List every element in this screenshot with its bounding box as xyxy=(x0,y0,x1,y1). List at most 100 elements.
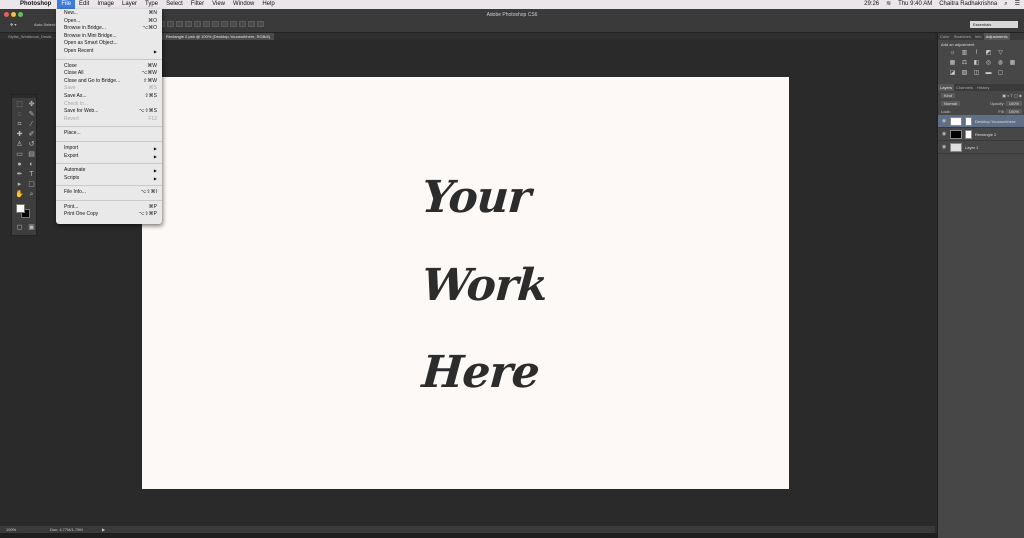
menu-item-save-as[interactable]: Save As... ⇧⌘S xyxy=(56,93,162,101)
tab-swatches[interactable]: Swatches xyxy=(952,33,973,40)
tab-rectangle-2[interactable]: Rectangle 2.psb @ 100% (Desktop-Yourwork… xyxy=(162,33,274,40)
visibility-eye-icon[interactable]: ◉ xyxy=(941,118,947,124)
invert-icon[interactable]: ◪ xyxy=(948,70,957,77)
foreground-color[interactable] xyxy=(16,204,25,213)
menu-item-close[interactable]: Close ⌘W xyxy=(56,63,162,71)
visibility-eye-icon[interactable]: ◉ xyxy=(941,144,947,150)
selective-color-icon[interactable]: ▢ xyxy=(996,70,1005,77)
blur-tool-icon[interactable]: ● xyxy=(14,160,25,169)
status-menu-arrow-icon[interactable]: ▶ xyxy=(102,526,105,533)
menu-item-print[interactable]: Print... ⌘P xyxy=(56,204,162,212)
screen-mode-icon[interactable]: ▣ xyxy=(26,223,37,232)
filter-icons[interactable]: ▣ ◐ T ▢ ◈ xyxy=(1002,93,1022,98)
menu-help[interactable]: Help xyxy=(258,0,278,9)
menu-item-browse-in-mini-bridge[interactable]: Browse in Mini Bridge... xyxy=(56,33,162,41)
layer-rectangle-2[interactable]: ◉ Rectangle 2 xyxy=(938,128,1024,141)
move-tool-preset-icon[interactable]: ✥ ▾ xyxy=(10,22,16,27)
hue-saturation-icon[interactable]: ▦ xyxy=(948,60,957,67)
type-tool-icon[interactable]: T xyxy=(26,170,37,179)
menu-item-export[interactable]: Export ▶ xyxy=(56,153,162,161)
menu-file[interactable]: File xyxy=(57,0,75,9)
tab-layers[interactable]: Layers xyxy=(938,84,955,91)
eraser-tool-icon[interactable]: ▭ xyxy=(14,150,25,159)
distribute-center-icon[interactable] xyxy=(248,21,255,27)
menu-edit[interactable]: Edit xyxy=(75,0,93,9)
healing-tool-icon[interactable]: ✚ xyxy=(14,130,25,139)
curves-icon[interactable]: ⌇ xyxy=(972,50,981,57)
menu-item-scripts[interactable]: Scripts ▶ xyxy=(56,175,162,183)
quick-mask-icon[interactable]: ◻ xyxy=(14,223,25,232)
menu-type[interactable]: Type xyxy=(141,0,162,9)
tab-stylist-workbook[interactable]: Stylist_Workbook_Deskt... xyxy=(4,33,59,40)
tab-adjustments[interactable]: Adjustments xyxy=(983,33,1010,40)
zoom-tool-icon[interactable]: ⌕ xyxy=(26,190,37,199)
clock[interactable]: Thu 9:40 AM xyxy=(898,0,932,9)
history-brush-tool-icon[interactable]: ↺ xyxy=(26,140,37,149)
menu-window[interactable]: Window xyxy=(229,0,258,9)
distribute-right-icon[interactable] xyxy=(257,21,264,27)
brightness-icon[interactable]: ☼ xyxy=(948,50,957,57)
menu-item-automate[interactable]: Automate ▶ xyxy=(56,167,162,175)
menu-filter[interactable]: Filter xyxy=(187,0,208,9)
vibrance-icon[interactable]: ▽ xyxy=(996,50,1005,57)
tab-info[interactable]: Info xyxy=(973,33,984,40)
menu-item-save-for-web[interactable]: Save for Web... ⌥⇧⌘S xyxy=(56,108,162,116)
menu-item-open-as-smart-object[interactable]: Open as Smart Object... xyxy=(56,40,162,48)
pen-tool-icon[interactable]: ✒ xyxy=(14,170,25,179)
search-icon[interactable]: ⌕ xyxy=(1004,0,1007,9)
color-lookup-icon[interactable]: ▦ xyxy=(1008,60,1017,67)
color-balance-icon[interactable]: ⚖ xyxy=(960,60,969,67)
quick-select-tool-icon[interactable]: ✎ xyxy=(26,110,37,119)
move-tool-icon[interactable]: ✥ xyxy=(26,100,37,109)
stamp-tool-icon[interactable]: ♙ xyxy=(14,140,25,149)
menu-item-print-one-copy[interactable]: Print One Copy ⌥⇧⌘P xyxy=(56,211,162,219)
shape-tool-icon[interactable]: ▢ xyxy=(26,180,37,189)
menu-item-open[interactable]: Open... ⌘O xyxy=(56,18,162,26)
zoom-level[interactable]: 100% xyxy=(6,526,16,533)
menu-image[interactable]: Image xyxy=(93,0,118,9)
menu-item-browse-in-bridge[interactable]: Browse in Bridge... ⌥⌘O xyxy=(56,25,162,33)
levels-icon[interactable]: ▥ xyxy=(960,50,969,57)
tab-channels[interactable]: Channels xyxy=(954,84,975,91)
exposure-icon[interactable]: ◩ xyxy=(984,50,993,57)
distribute-middle-icon[interactable] xyxy=(221,21,228,27)
opacity-input[interactable]: 100% xyxy=(1005,100,1022,106)
menu-layer[interactable]: Layer xyxy=(118,0,141,9)
blend-mode-select[interactable]: Normal xyxy=(941,100,960,106)
hand-tool-icon[interactable]: ✋ xyxy=(14,190,25,199)
menu-item-place[interactable]: Place... xyxy=(56,130,162,138)
align-left-icon[interactable] xyxy=(185,21,192,27)
workspace-select[interactable]: Essentials xyxy=(970,21,1018,28)
menu-item-file-info[interactable]: File Info... ⌥⇧⌘I xyxy=(56,189,162,197)
menu-select[interactable]: Select xyxy=(162,0,187,9)
menu-item-open-recent[interactable]: Open Recent ▶ xyxy=(56,48,162,56)
photo-filter-icon[interactable]: ◎ xyxy=(984,60,993,67)
menu-item-import[interactable]: Import ▶ xyxy=(56,145,162,153)
eyedropper-tool-icon[interactable]: ⁄ xyxy=(26,120,37,129)
menu-view[interactable]: View xyxy=(208,0,229,9)
distribute-top-icon[interactable] xyxy=(212,21,219,27)
align-center-icon[interactable] xyxy=(194,21,201,27)
kind-filter-select[interactable]: Kind xyxy=(941,92,956,98)
app-menu[interactable]: Photoshop xyxy=(20,0,51,9)
distribute-left-icon[interactable] xyxy=(239,21,246,27)
wifi-icon[interactable]: ≋ xyxy=(886,0,891,9)
crop-tool-icon[interactable]: ⌗ xyxy=(14,120,25,129)
auto-select-checkbox[interactable]: Auto-Select: xyxy=(34,22,56,27)
document-canvas[interactable]: Your Work Here xyxy=(142,77,789,489)
black-white-icon[interactable]: ◧ xyxy=(972,60,981,67)
marquee-tool-icon[interactable]: ⬚ xyxy=(14,100,25,109)
menu-item-new[interactable]: New... ⌘N xyxy=(56,10,162,18)
list-icon[interactable]: ☰ xyxy=(1015,0,1020,9)
threshold-icon[interactable]: ◫ xyxy=(972,70,981,77)
align-middle-icon[interactable] xyxy=(167,21,174,27)
tab-color[interactable]: Color xyxy=(938,33,952,40)
posterize-icon[interactable]: ▨ xyxy=(960,70,969,77)
visibility-eye-icon[interactable]: ◉ xyxy=(941,131,947,137)
menu-item-close-all[interactable]: Close All ⌥⌘W xyxy=(56,70,162,78)
gradient-tool-icon[interactable]: ▤ xyxy=(26,150,37,159)
user-name[interactable]: Chaitra Radhakrishna xyxy=(939,0,997,9)
path-select-tool-icon[interactable]: ▸ xyxy=(14,180,25,189)
brush-tool-icon[interactable]: ✐ xyxy=(26,130,37,139)
gradient-map-icon[interactable]: ▬ xyxy=(984,70,993,77)
